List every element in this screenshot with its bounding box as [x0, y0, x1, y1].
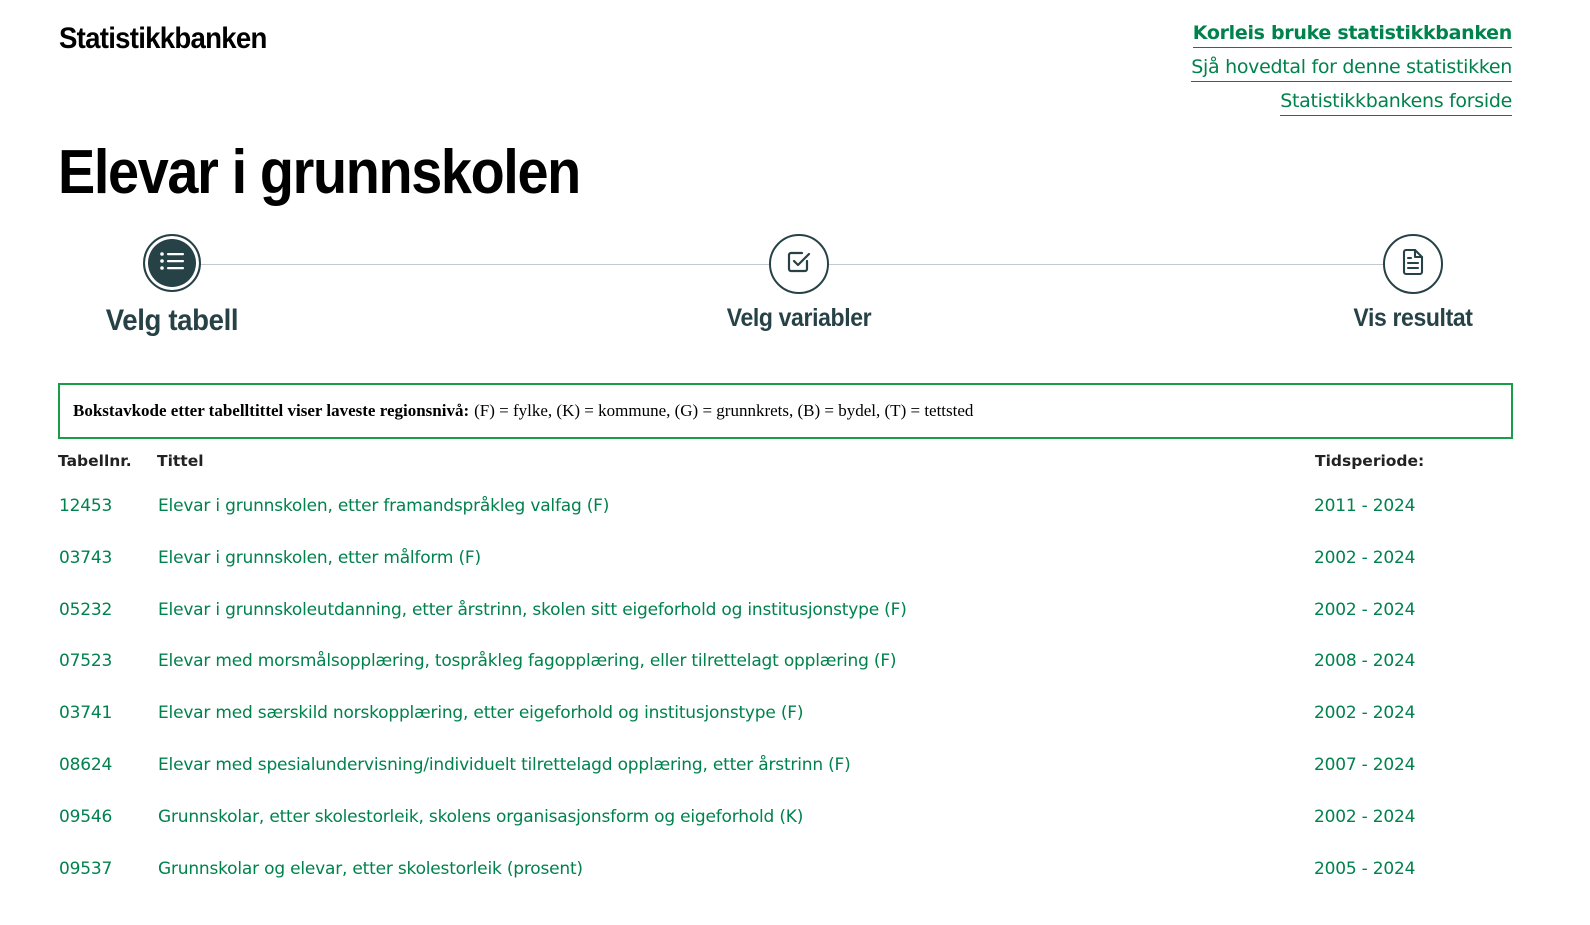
table-number-link[interactable]: 03741 — [59, 703, 112, 723]
table-title-link[interactable]: Elevar i grunnskolen, etter målform (F) — [158, 548, 481, 568]
table-number-link[interactable]: 09546 — [59, 807, 112, 827]
header-tittel: Tittel — [157, 452, 204, 470]
step-vis-resultat[interactable]: Vis resultat — [1283, 234, 1543, 333]
table-title-link[interactable]: Elevar i grunnskoleutdanning, etter årst… — [158, 600, 907, 620]
link-key-figures[interactable]: Sjå hovedtal for denne statistikken — [1191, 54, 1512, 82]
page-title: Elevar i grunnskolen — [58, 138, 581, 207]
step-label: Vis resultat — [1353, 304, 1473, 332]
region-level-info: Bokstavkode etter tabelltittel viser lav… — [58, 383, 1513, 439]
step-circle — [1383, 234, 1443, 294]
step-label: Velg tabell — [105, 304, 239, 337]
checkbox-icon — [786, 249, 812, 279]
table-title-link[interactable]: Grunnskolar og elevar, etter skolestorle… — [158, 859, 583, 879]
top-links: Korleis bruke statistikkbanken Sjå hoved… — [1191, 20, 1512, 122]
table-title-link[interactable]: Grunnskolar, etter skolestorleik, skolen… — [158, 807, 803, 827]
step-velg-variabler[interactable]: Velg variabler — [669, 234, 929, 333]
link-how-to-use[interactable]: Korleis bruke statistikkbanken — [1192, 20, 1512, 48]
table-row: 05232 Elevar i grunnskoleutdanning, ette… — [58, 595, 1518, 647]
table-period[interactable]: 2008 - 2024 — [1314, 651, 1415, 671]
table-title-link[interactable]: Elevar i grunnskolen, etter framandspråk… — [158, 496, 609, 516]
table-row: 03741 Elevar med særskild norskopplæring… — [58, 698, 1518, 750]
document-icon — [1401, 248, 1425, 280]
table-title-link[interactable]: Elevar med morsmålsopplæring, tospråkleg… — [158, 651, 897, 671]
table-row: 08624 Elevar med spesialundervisning/ind… — [58, 750, 1518, 802]
step-circle — [143, 234, 201, 292]
table-number-link[interactable]: 03743 — [59, 548, 112, 568]
table-number-link[interactable]: 08624 — [59, 755, 112, 775]
header-tidsperiode: Tidsperiode: — [1315, 452, 1425, 470]
table-number-link[interactable]: 05232 — [59, 600, 112, 620]
stepper: Velg tabell Velg variabler Vis resultat — [0, 234, 1590, 354]
table-number-link[interactable]: 07523 — [59, 651, 112, 671]
table-period[interactable]: 2002 - 2024 — [1314, 703, 1415, 723]
site-brand[interactable]: Statistikkbanken — [59, 22, 267, 56]
step-circle — [769, 234, 829, 294]
step-label: Velg variabler — [726, 304, 872, 332]
table-title-link[interactable]: Elevar med spesialundervisning/individue… — [158, 755, 851, 775]
info-text: (F) = fylke, (K) = kommune, (G) = grunnk… — [474, 401, 974, 420]
info-heading: Bokstavkode etter tabelltittel viser lav… — [73, 401, 470, 420]
link-frontpage[interactable]: Statistikkbankens forside — [1280, 88, 1512, 116]
table-period[interactable]: 2002 - 2024 — [1314, 548, 1415, 568]
table-period[interactable]: 2002 - 2024 — [1314, 600, 1415, 620]
list-icon — [159, 250, 185, 276]
table-period[interactable]: 2002 - 2024 — [1314, 807, 1415, 827]
table-number-link[interactable]: 12453 — [59, 496, 112, 516]
table-list: 12453 Elevar i grunnskolen, etter framan… — [58, 491, 1518, 905]
table-period[interactable]: 2007 - 2024 — [1314, 755, 1415, 775]
table-row: 03743 Elevar i grunnskolen, etter målfor… — [58, 543, 1518, 595]
table-period[interactable]: 2005 - 2024 — [1314, 859, 1415, 879]
step-velg-tabell[interactable]: Velg tabell — [42, 234, 302, 338]
table-period[interactable]: 2011 - 2024 — [1314, 496, 1415, 516]
table-row: 12453 Elevar i grunnskolen, etter framan… — [58, 491, 1518, 543]
table-title-link[interactable]: Elevar med særskild norskopplæring, ette… — [158, 703, 803, 723]
header-tabellnr: Tabellnr. — [58, 452, 132, 470]
table-row: 09546 Grunnskolar, etter skolestorleik, … — [58, 802, 1518, 854]
table-row: 09537 Grunnskolar og elevar, etter skole… — [58, 854, 1518, 906]
table-row: 07523 Elevar med morsmålsopplæring, tosp… — [58, 646, 1518, 698]
table-number-link[interactable]: 09537 — [59, 859, 112, 879]
